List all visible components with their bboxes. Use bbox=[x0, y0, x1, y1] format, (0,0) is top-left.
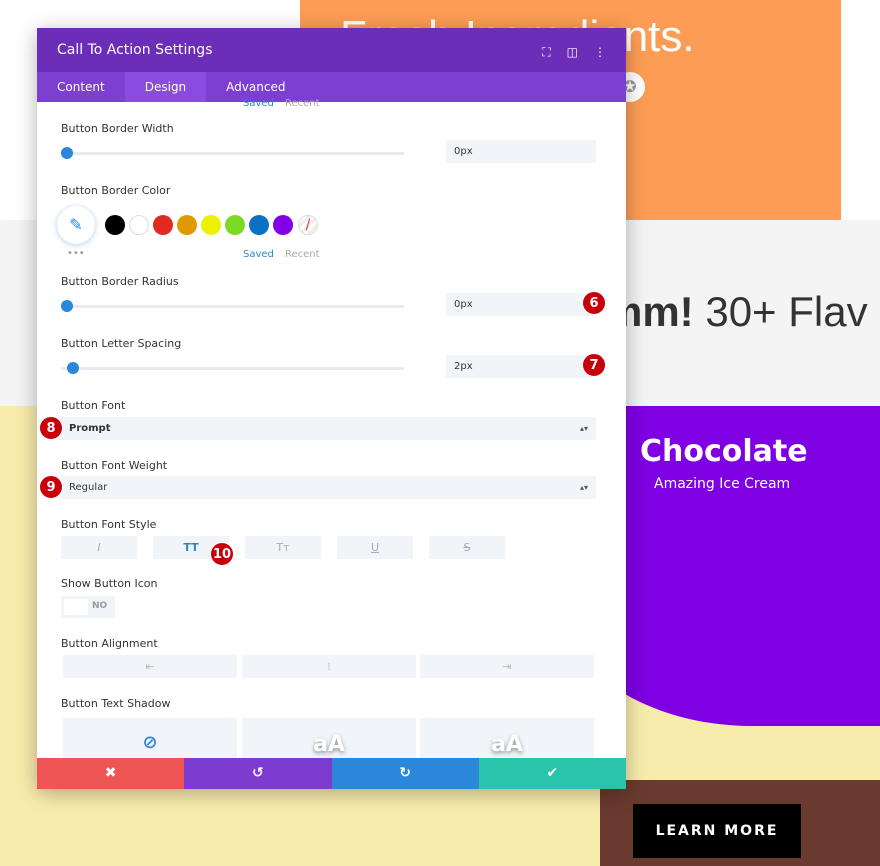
text-shadow-label: Button Text Shadow bbox=[61, 697, 171, 710]
recent-link[interactable]: Recent bbox=[285, 249, 320, 260]
alignment-label: Button Alignment bbox=[61, 637, 158, 650]
slider-handle[interactable] bbox=[67, 362, 79, 374]
font-weight-value: Regular bbox=[69, 482, 108, 493]
color-swatch[interactable] bbox=[225, 215, 245, 235]
save-button[interactable]: ✔ bbox=[478, 758, 626, 789]
font-style-label: Button Font Style bbox=[61, 518, 157, 531]
font-label: Button Font bbox=[61, 399, 126, 412]
underline-button[interactable]: U bbox=[337, 536, 413, 559]
transparent-swatch[interactable]: / bbox=[298, 215, 318, 235]
align-left-icon[interactable]: ⇤ bbox=[63, 655, 237, 678]
color-swatch[interactable] bbox=[153, 215, 173, 235]
toggle-state: NO bbox=[92, 601, 108, 611]
redo-button[interactable]: ↻ bbox=[331, 758, 479, 789]
border-radius-label: Button Border Radius bbox=[61, 275, 179, 288]
toggle-knob bbox=[64, 599, 88, 615]
step-badge: 9 bbox=[39, 475, 63, 499]
font-weight-label: Button Font Weight bbox=[61, 459, 168, 472]
letter-spacing-label: Button Letter Spacing bbox=[61, 337, 182, 350]
color-swatch[interactable] bbox=[273, 215, 293, 235]
show-icon-label: Show Button Icon bbox=[61, 577, 158, 590]
step-badge: 10 bbox=[210, 542, 234, 566]
slider-handle[interactable] bbox=[61, 300, 73, 312]
align-center-icon[interactable]: ⁞ bbox=[242, 655, 416, 678]
recent-link[interactable]: Recent bbox=[285, 98, 320, 109]
strikethrough-button[interactable]: S bbox=[429, 536, 505, 559]
saved-link[interactable]: Saved bbox=[243, 249, 274, 260]
border-width-input[interactable]: 0px bbox=[446, 140, 596, 163]
cancel-button[interactable]: ✖ bbox=[37, 758, 185, 789]
select-arrows-icon: ▴▾ bbox=[579, 483, 588, 492]
border-color-label: Button Border Color bbox=[61, 184, 171, 197]
color-swatch[interactable] bbox=[249, 215, 269, 235]
border-width-slider[interactable] bbox=[61, 147, 404, 159]
border-radius-slider[interactable] bbox=[61, 300, 404, 312]
letter-spacing-input[interactable]: 2px bbox=[446, 355, 596, 378]
show-icon-toggle[interactable]: NO bbox=[61, 596, 115, 618]
saved-link[interactable]: Saved bbox=[243, 98, 274, 109]
font-select[interactable]: Prompt ▴▾ bbox=[61, 417, 596, 440]
no-shadow-icon[interactable]: ⊘ bbox=[63, 718, 237, 758]
font-weight-select[interactable]: Regular ▴▾ bbox=[61, 476, 596, 499]
eyedropper-icon[interactable]: ✎ bbox=[57, 206, 95, 244]
letter-spacing-slider[interactable] bbox=[61, 362, 404, 374]
more-colors-icon[interactable]: ••• bbox=[67, 248, 85, 259]
shadow-preset-1[interactable]: aA bbox=[242, 718, 416, 758]
step-badge: 6 bbox=[582, 291, 606, 315]
settings-body: Saved Recent Button Border Width 0px But… bbox=[37, 28, 626, 758]
color-swatch[interactable] bbox=[177, 215, 197, 235]
color-swatch[interactable] bbox=[105, 215, 125, 235]
color-swatch[interactable] bbox=[201, 215, 221, 235]
step-badge: 8 bbox=[39, 416, 63, 440]
undo-button[interactable]: ↺ bbox=[184, 758, 332, 789]
modal-footer: ✖ ↺ ↻ ✔ bbox=[37, 758, 626, 789]
settings-modal: Call To Action Settings ⛶ ◫ ⋮ Content Desi… bbox=[37, 28, 626, 789]
select-arrows-icon: ▴▾ bbox=[579, 424, 588, 433]
border-width-label: Button Border Width bbox=[61, 122, 174, 135]
border-radius-input[interactable]: 0px bbox=[446, 293, 596, 316]
color-swatch[interactable] bbox=[129, 215, 149, 235]
step-badge: 7 bbox=[582, 353, 606, 377]
learn-more-button[interactable]: LEARN MORE bbox=[633, 804, 801, 858]
shadow-preset-2[interactable]: aA bbox=[420, 718, 594, 758]
italic-button[interactable]: I bbox=[61, 536, 137, 559]
headline-light: 30+ Flav bbox=[705, 288, 868, 335]
slider-handle[interactable] bbox=[61, 147, 73, 159]
font-value: Prompt bbox=[69, 423, 111, 434]
align-right-icon[interactable]: ⇥ bbox=[420, 655, 594, 678]
capitalize-button[interactable]: Tт bbox=[245, 536, 321, 559]
cta-subtitle: Amazing Ice Cream bbox=[654, 476, 791, 492]
cta-title: Chocolate bbox=[640, 434, 808, 469]
